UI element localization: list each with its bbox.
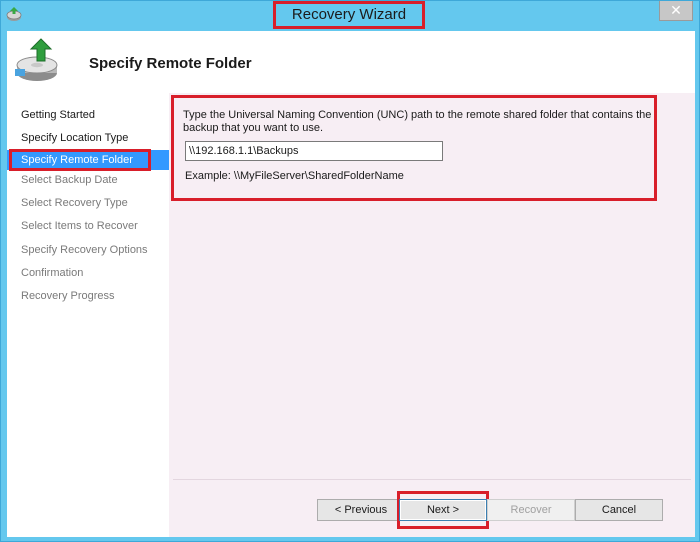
cancel-button[interactable]: Cancel: [575, 499, 663, 521]
step-recovery-progress: Recovery Progress: [21, 290, 115, 302]
previous-button[interactable]: < Previous: [317, 499, 405, 521]
page-title: Specify Remote Folder: [89, 55, 252, 72]
step-specify-recovery-options: Specify Recovery Options: [21, 244, 148, 256]
example-text: Example: \\MyFileServer\SharedFolderName: [185, 170, 404, 182]
close-icon: ✕: [670, 2, 682, 18]
wizard-steps-nav: Getting Started Specify Location Type Sp…: [7, 93, 169, 537]
wizard-content: Type the Universal Naming Convention (UN…: [169, 93, 695, 537]
step-specify-location-type[interactable]: Specify Location Type: [7, 128, 169, 148]
step-select-backup-date: Select Backup Date: [21, 174, 118, 186]
title-bar[interactable]: Recovery Wizard ✕: [1, 1, 699, 29]
annotation-highlight-step: [9, 149, 151, 171]
step-getting-started[interactable]: Getting Started: [7, 105, 169, 125]
instruction-text: Type the Universal Naming Convention (UN…: [183, 109, 652, 134]
backup-recovery-icon: [15, 38, 58, 81]
step-select-items-to-recover: Select Items to Recover: [21, 220, 138, 232]
unc-path-input[interactable]: [185, 141, 443, 161]
wizard-header: Specify Remote Folder: [7, 31, 695, 93]
recovery-wizard-window: Recovery Wizard ✕ Specify Remote Folder …: [0, 0, 700, 542]
step-select-recovery-type: Select Recovery Type: [21, 197, 128, 209]
close-button[interactable]: ✕: [659, 1, 693, 21]
wizard-app-icon: [6, 7, 22, 21]
step-confirmation: Confirmation: [21, 267, 84, 279]
next-button[interactable]: Next >: [399, 499, 487, 521]
footer-divider: [173, 479, 691, 480]
window-title: Recovery Wizard: [273, 1, 425, 29]
recover-button: Recover: [487, 499, 575, 521]
